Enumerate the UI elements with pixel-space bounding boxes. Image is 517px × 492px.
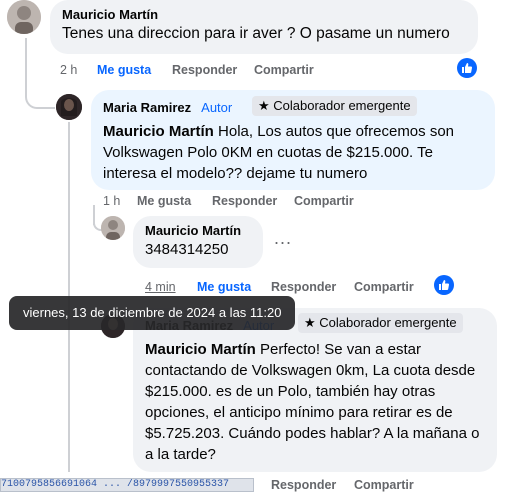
avatar[interactable] bbox=[101, 216, 125, 240]
reply-button[interactable]: Responder bbox=[212, 194, 277, 208]
reply-button[interactable]: Responder bbox=[271, 280, 336, 294]
like-reaction-icon[interactable] bbox=[434, 275, 454, 295]
like-button[interactable]: Me gusta bbox=[97, 63, 151, 77]
comment-author[interactable]: Maria Ramirez bbox=[103, 100, 191, 115]
top-contributor-badge: ★ Colaborador emergente bbox=[252, 96, 417, 116]
profile-photo-icon bbox=[56, 94, 82, 120]
mention-link[interactable]: Mauricio Martín bbox=[103, 123, 214, 140]
share-button[interactable]: Compartir bbox=[294, 194, 354, 208]
comment-author[interactable]: Mauricio Martín bbox=[62, 7, 466, 22]
avatar[interactable] bbox=[56, 94, 82, 120]
profile-photo-icon bbox=[101, 216, 125, 240]
thread-curve bbox=[25, 95, 55, 109]
comment-time[interactable]: 4 min bbox=[145, 280, 176, 294]
reply-button[interactable]: Responder bbox=[172, 63, 237, 77]
comment-body: Perfecto! Se van a estar contactando de … bbox=[145, 341, 480, 463]
like-button[interactable]: Me gusta bbox=[137, 194, 191, 208]
comment-bubble: Mauricio Martín 3484314250 bbox=[133, 216, 263, 268]
comment-text: Mauricio Martín Hola, Los autos que ofre… bbox=[103, 121, 483, 184]
comment-time[interactable]: 1 h bbox=[103, 194, 120, 208]
star-icon: ★ bbox=[258, 98, 270, 113]
comment-bubble: Mauricio Martín Tenes una direccion para… bbox=[50, 0, 478, 54]
share-button[interactable]: Compartir bbox=[354, 280, 414, 294]
like-button[interactable]: Me gusta bbox=[197, 280, 251, 294]
timestamp-tooltip: viernes, 13 de diciembre de 2024 a las 1… bbox=[9, 296, 296, 330]
top-contributor-badge: ★ Colaborador emergente bbox=[298, 313, 463, 333]
thread-line bbox=[25, 38, 27, 96]
comment-text: 3484314250 bbox=[145, 241, 229, 258]
comment-time[interactable]: 2 h bbox=[60, 63, 77, 77]
comment-text: Mauricio Martín Perfecto! Se van a estar… bbox=[145, 339, 485, 465]
like-reaction-icon[interactable] bbox=[457, 58, 477, 78]
more-options-icon[interactable]: ... bbox=[274, 228, 292, 249]
comment-author[interactable]: Mauricio Martín bbox=[145, 223, 251, 238]
avatar[interactable] bbox=[7, 0, 41, 34]
share-button[interactable]: Compartir bbox=[254, 63, 314, 77]
comment-text: Tenes una direccion para ir aver ? O pas… bbox=[62, 25, 450, 42]
mention-link[interactable]: Mauricio Martín bbox=[145, 341, 256, 358]
star-icon: ★ bbox=[304, 315, 316, 330]
author-badge: Autor bbox=[201, 99, 233, 115]
profile-photo-icon bbox=[7, 0, 41, 34]
